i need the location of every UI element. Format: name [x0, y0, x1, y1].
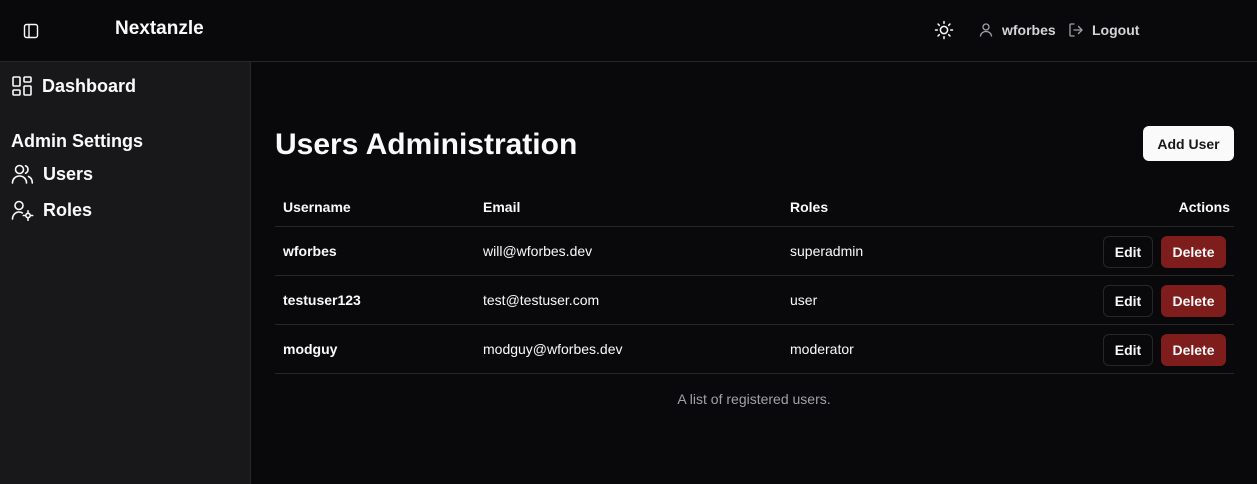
user-cog-icon: [11, 199, 34, 221]
cell-username: wforbes: [283, 243, 337, 259]
sidebar-item-dashboard[interactable]: Dashboard: [11, 73, 136, 99]
edit-button[interactable]: Edit: [1103, 285, 1153, 317]
users-icon: [11, 163, 34, 185]
row-actions: Edit Delete: [1103, 334, 1226, 366]
header-actions: Actions: [1178, 199, 1230, 215]
sidebar-section-heading: Admin Settings: [11, 131, 144, 151]
header-email: Email: [483, 199, 521, 215]
page-title: Users Administration: [275, 128, 578, 161]
cell-username: modguy: [283, 341, 338, 357]
edit-button[interactable]: Edit: [1103, 236, 1153, 268]
cell-roles: moderator: [790, 341, 854, 357]
row-actions: Edit Delete: [1103, 285, 1226, 317]
header-username: Username: [283, 199, 351, 215]
main-content: Users Administration Add User Username E…: [251, 62, 1257, 484]
table-row: modguy modguy@wforbes.dev moderator Edit…: [275, 325, 1234, 374]
logout-link[interactable]: Logout: [1068, 19, 1139, 41]
row-actions: Edit Delete: [1103, 236, 1226, 268]
sidebar-item-label: Dashboard: [42, 75, 137, 96]
cell-username: testuser123: [283, 292, 361, 308]
username-label: wforbes: [1002, 22, 1056, 38]
delete-button[interactable]: Delete: [1161, 285, 1226, 317]
top-bar: Nextanzle wforbes Logout: [0, 0, 1257, 62]
sidebar-item-roles[interactable]: Roles: [11, 197, 92, 223]
logout-label: Logout: [1092, 22, 1140, 38]
delete-button[interactable]: Delete: [1161, 334, 1226, 366]
brand-name[interactable]: Nextanzle: [115, 18, 204, 40]
cell-email: will@wforbes.dev: [483, 243, 593, 259]
table-caption: A list of registered users.: [677, 391, 831, 407]
user-icon: [978, 22, 994, 38]
sidebar-item-users[interactable]: Users: [11, 161, 93, 187]
cell-roles: superadmin: [790, 243, 864, 259]
layout-dashboard-icon: [11, 75, 33, 97]
sidebar: Dashboard Admin Settings Users Roles: [0, 62, 251, 484]
delete-button[interactable]: Delete: [1161, 236, 1226, 268]
table-header: Username Email Roles Actions: [275, 188, 1234, 227]
sidebar-item-label: Users: [43, 163, 94, 184]
sidebar-item-label: Roles: [43, 199, 93, 220]
log-out-icon: [1068, 22, 1084, 38]
users-table: Username Email Roles Actions wforbes wil…: [275, 188, 1234, 374]
profile-link[interactable]: wforbes: [978, 19, 1056, 41]
table-row: wforbes will@wforbes.dev superadmin Edit…: [275, 227, 1234, 276]
cell-email: test@testuser.com: [483, 292, 600, 308]
sun-icon[interactable]: [932, 18, 956, 42]
cell-email: modguy@wforbes.dev: [483, 341, 623, 357]
header-roles: Roles: [790, 199, 829, 215]
cell-roles: user: [790, 292, 818, 308]
edit-button[interactable]: Edit: [1103, 334, 1153, 366]
table-row: testuser123 test@testuser.com user Edit …: [275, 276, 1234, 325]
add-user-button[interactable]: Add User: [1143, 126, 1234, 161]
panel-left-icon[interactable]: [21, 21, 41, 41]
